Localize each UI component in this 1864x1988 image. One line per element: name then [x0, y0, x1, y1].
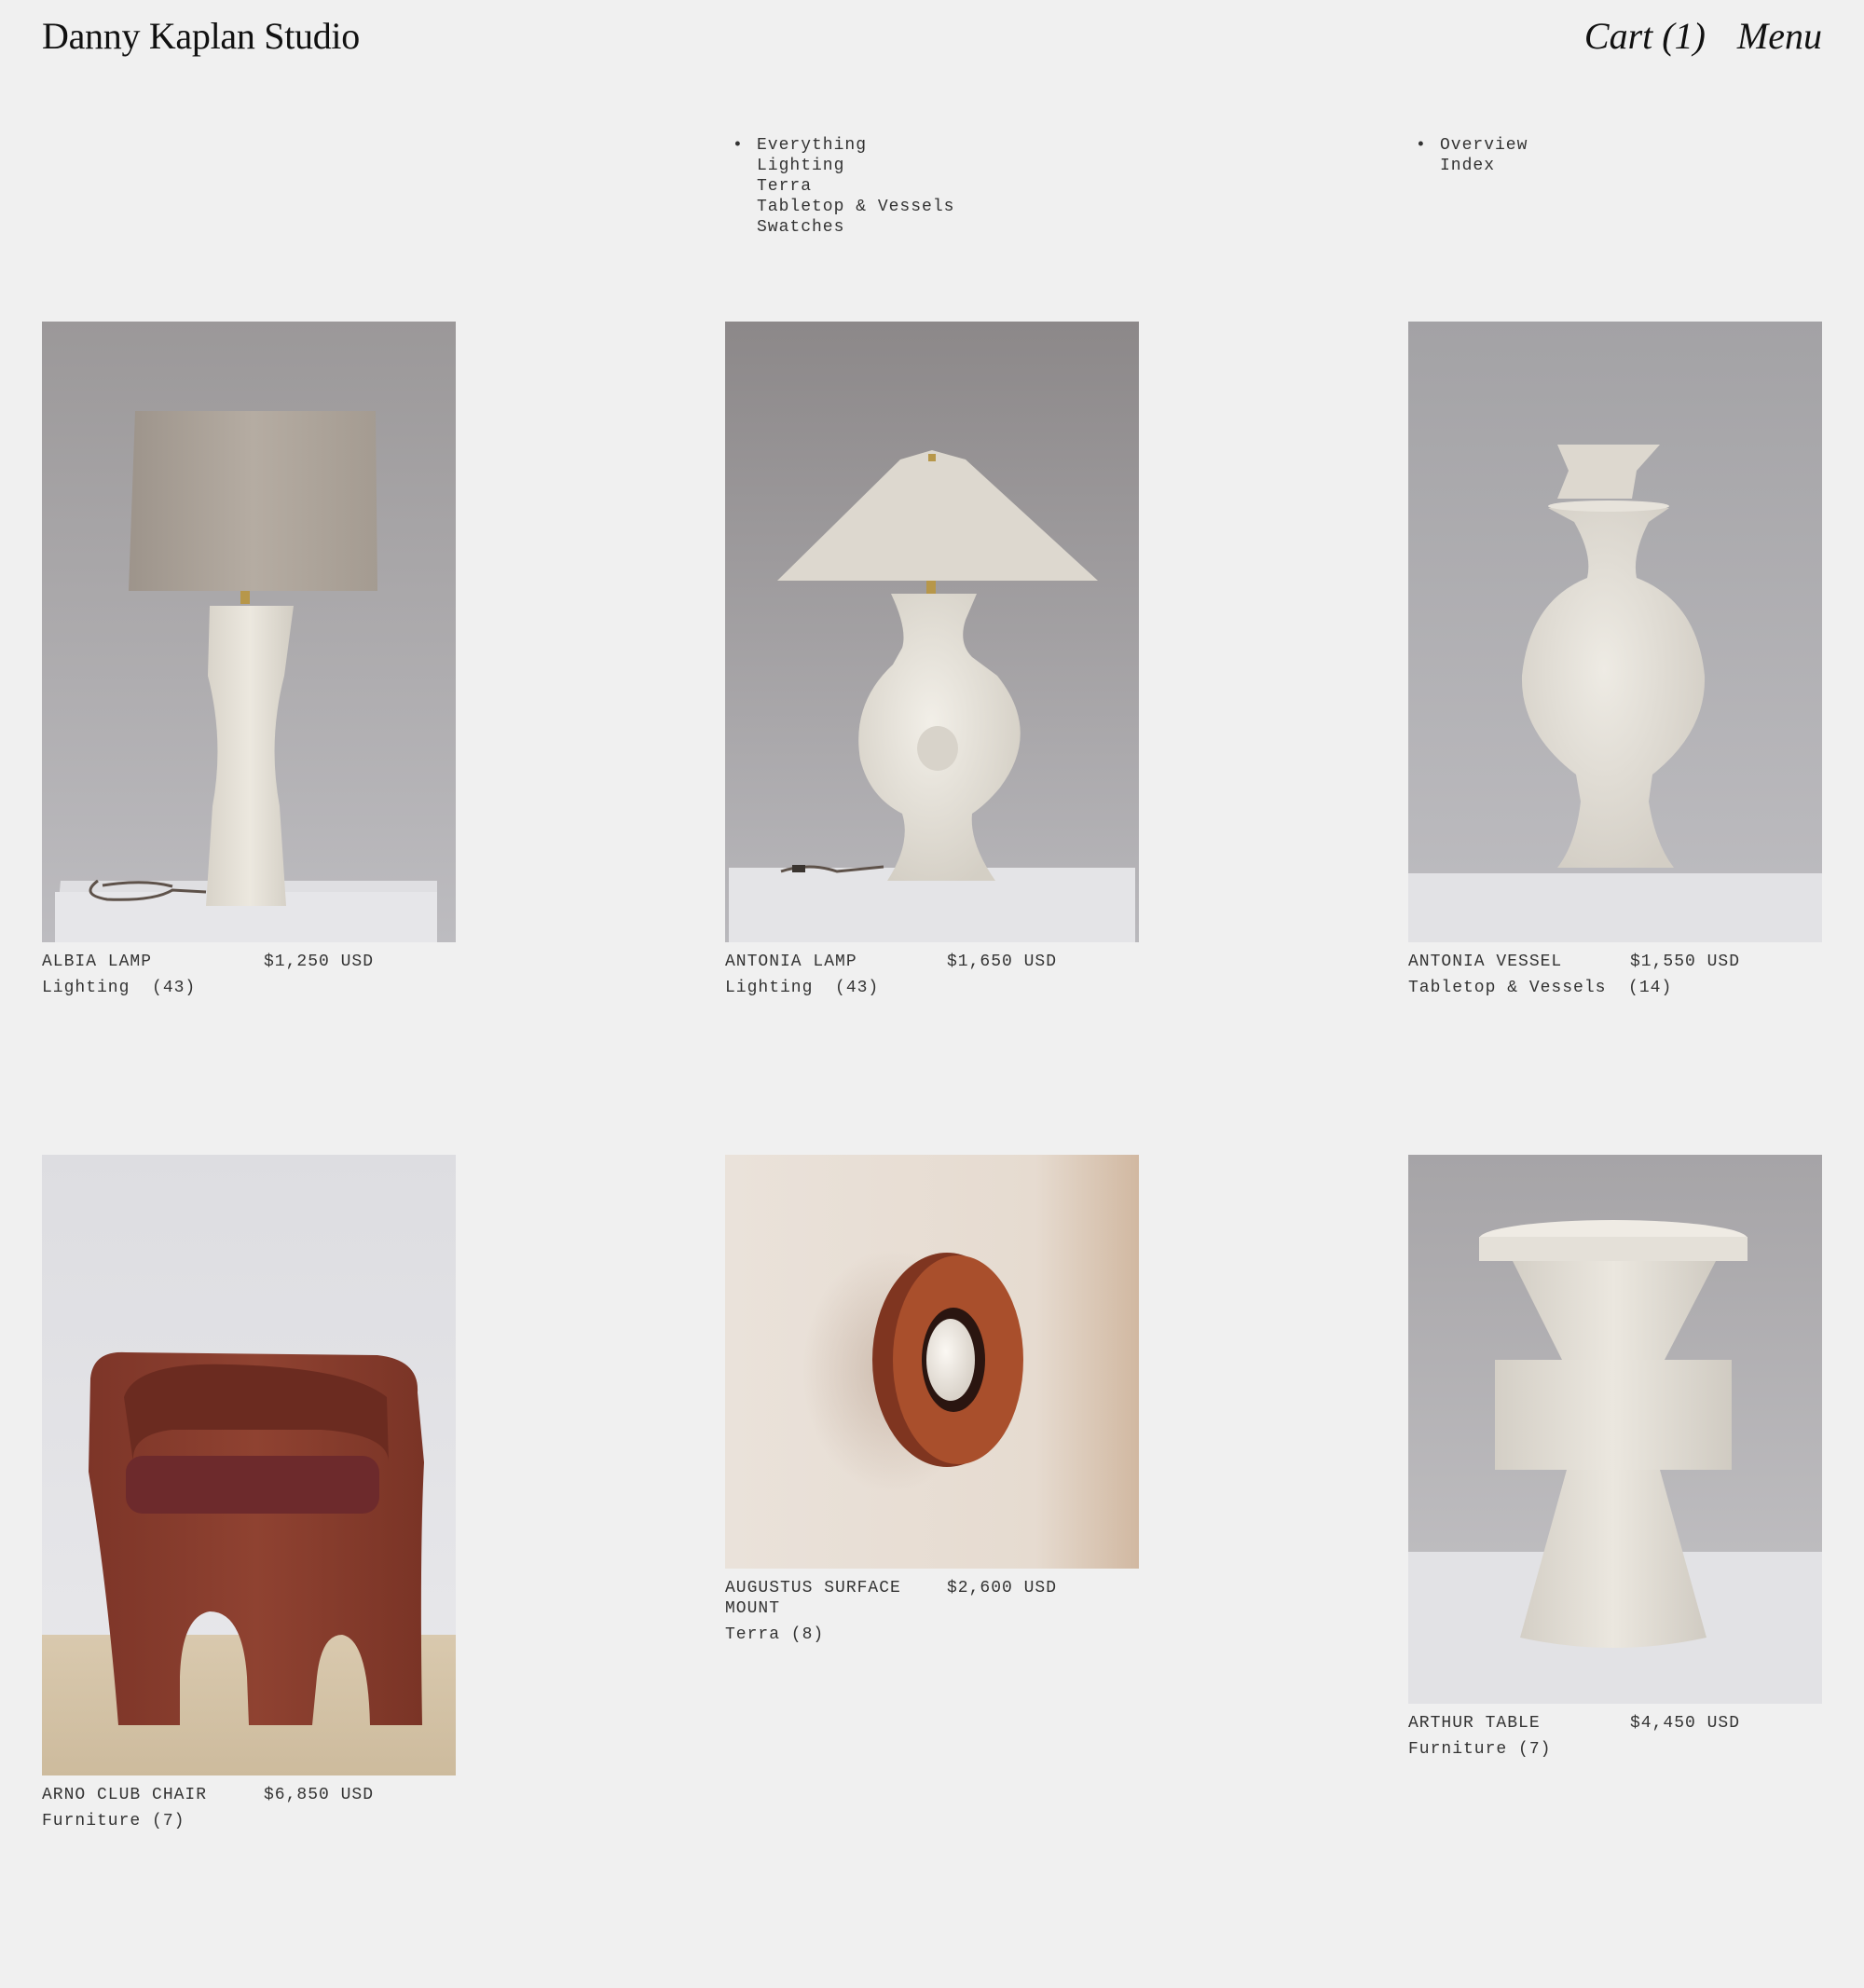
menu-button[interactable]: Menu [1737, 14, 1822, 58]
product-meta: AUGUSTUS SURFACE MOUNT $2,600 USD Terra … [725, 1578, 1139, 1645]
filter-everything[interactable]: Everything [757, 135, 954, 156]
product-card-antonia-lamp[interactable]: ANTONIA LAMP $1,650 USD Lighting (43) [725, 322, 1139, 998]
product-price: $6,850 USD [264, 1786, 375, 1804]
view-toggle-nav: • Overview Index [1416, 135, 1528, 176]
product-category[interactable]: Tabletop & Vessels (14) [1408, 978, 1822, 998]
product-name[interactable]: ALBIA LAMP [42, 952, 261, 972]
product-meta: ARNO CLUB CHAIR $6,850 USD Furniture (7) [42, 1785, 456, 1831]
product-category[interactable]: Terra (8) [725, 1625, 1139, 1645]
ceramic-vessel-icon[interactable] [1408, 322, 1822, 942]
product-card-arno-club-chair[interactable]: ARNO CLUB CHAIR $6,850 USD Furniture (7) [42, 1155, 456, 1831]
filter-terra[interactable]: Terra [757, 176, 954, 197]
filter-lighting[interactable]: Lighting [757, 156, 954, 176]
product-card-arthur-table[interactable]: ARTHUR TABLE $4,450 USD Furniture (7) [1408, 1155, 1822, 1760]
brand-logo[interactable]: Danny Kaplan Studio [42, 14, 360, 58]
active-bullet-icon: • [733, 136, 744, 155]
filter-swatches[interactable]: Swatches [757, 217, 954, 238]
filter-tabletop-vessels[interactable]: Tabletop & Vessels [757, 197, 954, 217]
table-lamp-cone-shade-icon[interactable] [725, 322, 1139, 942]
table-lamp-drum-shade-icon[interactable] [42, 322, 456, 942]
product-price: $1,550 USD [1630, 953, 1741, 971]
terracotta-wall-sconce-icon[interactable] [725, 1155, 1139, 1569]
cart-link[interactable]: Cart (1) [1584, 14, 1706, 58]
view-index[interactable]: Index [1440, 156, 1528, 176]
category-filter-nav: • Everything Lighting Terra Tabletop & V… [733, 135, 954, 238]
active-bullet-icon: • [1416, 136, 1427, 155]
product-price: $2,600 USD [947, 1579, 1058, 1597]
product-card-albia-lamp[interactable]: ALBIA LAMP $1,250 USD Lighting (43) [42, 322, 456, 998]
header-actions: Cart (1) Menu [1584, 14, 1822, 58]
product-category[interactable]: Lighting (43) [42, 978, 456, 998]
product-meta: ANTONIA LAMP $1,650 USD Lighting (43) [725, 952, 1139, 998]
product-card-antonia-vessel[interactable]: ANTONIA VESSEL $1,550 USD Tabletop & Ves… [1408, 322, 1822, 998]
product-meta: ARTHUR TABLE $4,450 USD Furniture (7) [1408, 1713, 1822, 1760]
product-price: $1,650 USD [947, 953, 1058, 971]
product-card-augustus-surface-mount[interactable]: AUGUSTUS SURFACE MOUNT $2,600 USD Terra … [725, 1155, 1139, 1645]
product-name[interactable]: ARNO CLUB CHAIR [42, 1785, 261, 1805]
product-meta: ALBIA LAMP $1,250 USD Lighting (43) [42, 952, 456, 998]
ceramic-side-table-icon[interactable] [1408, 1155, 1822, 1704]
product-price: $1,250 USD [264, 953, 375, 971]
product-name[interactable]: ANTONIA LAMP [725, 952, 944, 972]
product-meta: ANTONIA VESSEL $1,550 USD Tabletop & Ves… [1408, 952, 1822, 998]
product-category[interactable]: Furniture (7) [42, 1811, 456, 1831]
terracotta-club-chair-icon[interactable] [42, 1155, 456, 1775]
view-overview[interactable]: Overview [1440, 135, 1528, 156]
product-name[interactable]: AUGUSTUS SURFACE MOUNT [725, 1578, 944, 1619]
product-name[interactable]: ANTONIA VESSEL [1408, 952, 1627, 972]
product-category[interactable]: Furniture (7) [1408, 1739, 1822, 1760]
product-name[interactable]: ARTHUR TABLE [1408, 1713, 1627, 1734]
product-category[interactable]: Lighting (43) [725, 978, 1139, 998]
product-price: $4,450 USD [1630, 1714, 1741, 1733]
